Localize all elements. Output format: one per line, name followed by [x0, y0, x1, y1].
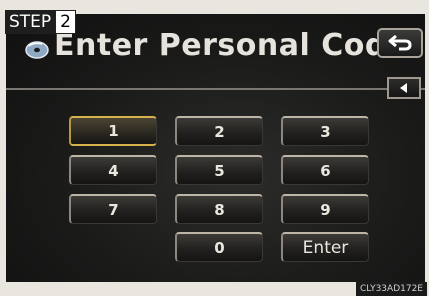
key-8[interactable]: 8	[175, 194, 263, 224]
step-label: STEP	[5, 10, 56, 34]
key-7[interactable]: 7	[69, 194, 157, 224]
key-4[interactable]: 4	[69, 155, 157, 185]
key-6[interactable]: 6	[281, 155, 369, 185]
figure-code: CLY33AD172E	[355, 282, 427, 296]
return-arrow-icon	[388, 34, 412, 51]
title-divider	[6, 88, 425, 90]
key-3[interactable]: 3	[281, 116, 369, 146]
navigation-screen: Enter Personal Code 1 2 3 4 5 6 7 8 9 0 …	[6, 14, 425, 282]
back-button[interactable]	[377, 28, 423, 58]
key-9[interactable]: 9	[281, 194, 369, 224]
scroll-left-button[interactable]	[387, 77, 421, 99]
step-badge: STEP 2	[5, 10, 76, 34]
page-title: Enter Personal Code	[54, 28, 408, 63]
key-0[interactable]: 0	[175, 232, 263, 262]
cd-disc-icon	[25, 41, 49, 59]
key-5[interactable]: 5	[175, 155, 263, 185]
key-2[interactable]: 2	[175, 116, 263, 146]
left-triangle-icon	[400, 83, 407, 93]
enter-button[interactable]: Enter	[281, 232, 369, 262]
step-number: 2	[55, 10, 76, 34]
key-1[interactable]: 1	[69, 116, 157, 146]
